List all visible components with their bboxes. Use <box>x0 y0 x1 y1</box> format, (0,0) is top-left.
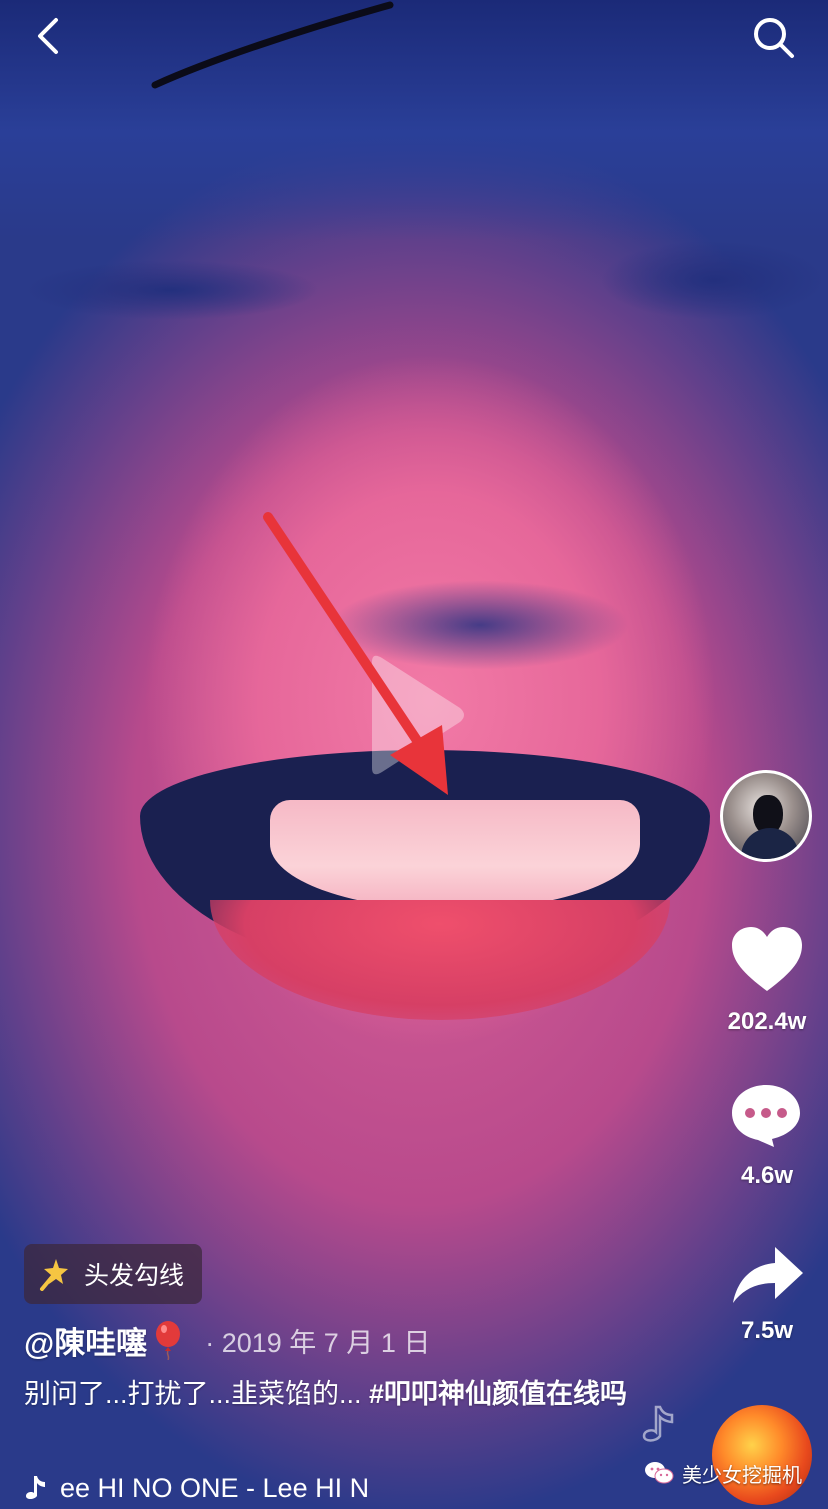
effect-badge[interactable]: 头发勾线 <box>24 1244 202 1304</box>
effect-label: 头发勾线 <box>84 1262 185 1290</box>
comment-icon[interactable] <box>730 1083 802 1149</box>
video-hair-region <box>0 0 828 240</box>
video-eye-left <box>20 260 320 320</box>
search-button[interactable] <box>748 12 800 64</box>
balloon-icon <box>156 1321 181 1360</box>
annotation-arrow <box>263 512 448 795</box>
hair-outline-stroke <box>151 1 394 89</box>
watermark: 美少女挖掘机 <box>644 1458 802 1488</box>
video-eye-right <box>600 240 828 320</box>
search-icon <box>754 18 794 58</box>
share-icon[interactable] <box>731 1243 805 1307</box>
music-note-icon <box>26 1476 45 1499</box>
caption-hashtag[interactable]: #叩叩神仙颜值在线吗 <box>369 1379 627 1409</box>
video-caption: 别问了...打扰了...韭菜馅的... #叩叩神仙颜值在线吗 <box>24 1374 664 1414</box>
author-username[interactable]: @陳哇噻 <box>24 1318 147 1363</box>
music-disc[interactable] <box>712 1405 812 1505</box>
floating-music-note-icon <box>642 1405 674 1442</box>
comment-count: 4.6w <box>740 1162 794 1189</box>
share-count: 7.5w <box>740 1317 794 1344</box>
author-avatar[interactable] <box>720 770 812 862</box>
like-count: 202.4w <box>727 1008 807 1035</box>
watermark-text: 美少女挖掘机 <box>682 1464 802 1487</box>
magic-wand-icon <box>40 1259 68 1291</box>
heart-icon[interactable] <box>730 925 804 995</box>
music-marquee[interactable]: ee HI NO ONE - Lee HI N <box>24 1468 444 1508</box>
caption-text: 别问了...打扰了...韭菜馅的... <box>24 1379 370 1409</box>
music-title: ee HI NO ONE - Lee HI N <box>60 1472 370 1503</box>
back-button[interactable] <box>28 14 68 58</box>
post-date: · 2019 年 7 月 1 日 <box>205 1327 431 1358</box>
wechat-icon <box>645 1462 674 1484</box>
avatar-shirt <box>741 828 799 859</box>
author-row: @陳哇噻 · 2019 年 7 月 1 日 <box>24 1318 430 1362</box>
